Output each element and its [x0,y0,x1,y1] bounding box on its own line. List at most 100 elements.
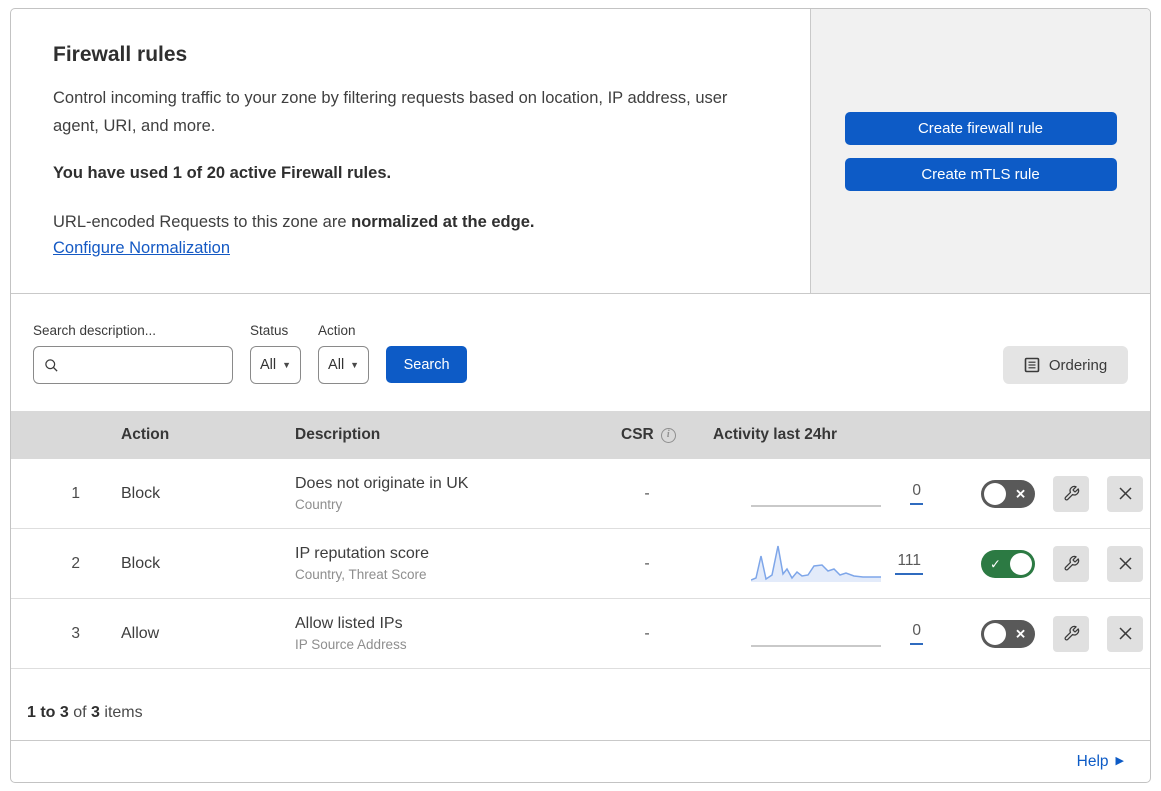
action-dropdown[interactable]: All ▼ [318,346,370,384]
page-description: Control incoming traffic to your zone by… [53,89,728,136]
table-row: 1 Block Does not originate in UK Country… [11,459,1150,529]
pagination-text: 1 to 3 of 3 items [27,704,143,722]
table-row: 2 Block IP reputation score Country, Thr… [11,529,1150,599]
edit-rule-button[interactable] [1053,475,1089,512]
rule-enabled-toggle[interactable]: ✕ [981,619,1035,648]
configure-normalization-link[interactable]: Configure Normalization [53,239,230,257]
rule-enabled-toggle[interactable]: ✓ [981,549,1035,578]
rule-description-cell: Allow listed IPs IP Source Address [275,615,601,652]
column-header-activity: Activity last 24hr [713,426,838,443]
rule-match-fields: IP Source Address [295,637,407,652]
rule-csr-value: - [644,624,650,642]
edit-rule-button[interactable] [1053,615,1089,652]
wrench-icon [1063,555,1080,572]
csr-header-label: CSR [621,426,654,443]
toggle-knob [1010,552,1032,575]
close-icon [1117,625,1134,642]
arrow-right-icon: ▶ [1115,755,1124,767]
action-selected-value: All [328,357,345,373]
rule-csr-value: - [644,554,650,572]
rule-number: 1 [71,484,80,502]
status-dropdown[interactable]: All ▼ [250,346,302,384]
rule-controls: ✕ [931,475,1150,512]
toggle-off-x-icon: ✕ [1015,486,1026,501]
rule-number: 3 [71,624,80,642]
create-firewall-rule-button[interactable]: Create firewall rule [844,112,1117,145]
wrench-icon [1063,625,1080,642]
create-mtls-rule-button[interactable]: Create mTLS rule [844,158,1117,191]
info-icon[interactable]: i [660,427,676,443]
activity-sparkline [751,545,881,582]
rule-activity-cell: 0 [693,621,931,647]
rule-enabled-toggle[interactable]: ✕ [981,479,1035,508]
activity-count-link[interactable]: 111 [895,552,923,575]
search-box[interactable] [33,346,233,384]
help-bar: Help ▶ [11,741,1150,782]
status-label: Status [250,323,289,338]
chevron-down-icon: ▼ [282,359,292,370]
ordering-button[interactable]: Ordering [1003,346,1128,384]
normalization-bold: normalized at the edge. [351,213,535,232]
delete-rule-button[interactable] [1107,615,1143,652]
firewall-rules-card: Firewall rules Control incoming traffic … [10,8,1151,783]
activity-flatline [751,644,881,647]
chevron-down-icon: ▼ [350,359,360,370]
normalization-note: URL-encoded Requests to this zone are no… [53,213,768,232]
rule-description-cell: IP reputation score Country, Threat Scor… [275,545,601,582]
help-link[interactable]: Help ▶ [1077,753,1124,771]
close-icon [1117,555,1134,572]
delete-rule-button[interactable] [1107,475,1143,512]
rule-number: 2 [71,554,80,572]
help-link-label: Help [1076,752,1109,770]
toggle-on-check-icon: ✓ [990,556,1001,571]
pagination-items: items [104,704,143,721]
table-row: 3 Allow Allow listed IPs IP Source Addre… [11,599,1150,669]
pagination-summary: 1 to 3 of 3 items [11,669,1150,741]
toggle-knob [984,622,1006,645]
search-icon [44,358,59,373]
rule-description-cell: Does not originate in UK Country [275,475,601,512]
search-input[interactable] [66,356,222,374]
rule-activity-cell: 0 [693,481,931,507]
rule-action: Allow [121,624,160,642]
actions-panel: Create firewall rule Create mTLS rule [811,9,1150,293]
rule-match-fields: Country [295,497,343,512]
column-header-csr: CSR i [601,426,693,444]
column-header-description: Description [295,426,381,443]
toggle-knob [984,482,1006,505]
status-selected-value: All [260,357,277,373]
ordering-button-label: Ordering [1048,356,1108,374]
rule-description: Allow listed IPs [295,615,403,632]
rule-csr-value: - [644,484,650,502]
action-filter-group: Action All ▼ [318,323,370,384]
usage-notice: You have used 1 of 20 active Firewall ru… [53,164,392,183]
activity-count-link[interactable]: 0 [910,622,923,645]
rule-description: IP reputation score [295,545,430,562]
page-title: Firewall rules [53,43,188,66]
overview-text-panel: Firewall rules Control incoming traffic … [11,9,811,293]
edit-rule-button[interactable] [1053,545,1089,582]
search-button[interactable]: Search [386,346,468,383]
table-header-row: Action Description CSR i Activity last 2… [11,411,1150,459]
rule-controls: ✓ [931,545,1150,582]
rule-action: Block [121,484,161,502]
pagination-total: 3 [91,704,100,721]
close-icon [1117,485,1134,502]
rule-description: Does not originate in UK [295,475,469,492]
rule-controls: ✕ [931,615,1150,652]
filter-bar: Search description... Status All ▼ Actio… [11,294,1150,411]
search-label: Search description... [33,323,157,338]
overview-section: Firewall rules Control incoming traffic … [11,9,1150,294]
action-label: Action [318,323,356,338]
rule-match-fields: Country, Threat Score [295,567,427,582]
pagination-of: of [73,704,87,721]
delete-rule-button[interactable] [1107,545,1143,582]
wrench-icon [1063,485,1080,502]
activity-flatline [751,504,881,507]
toggle-off-x-icon: ✕ [1015,626,1026,641]
search-group: Search description... [33,323,233,384]
rule-action: Block [121,554,161,572]
activity-count-link[interactable]: 0 [910,482,923,505]
status-filter-group: Status All ▼ [250,323,302,384]
ordering-list-icon [1024,357,1040,373]
